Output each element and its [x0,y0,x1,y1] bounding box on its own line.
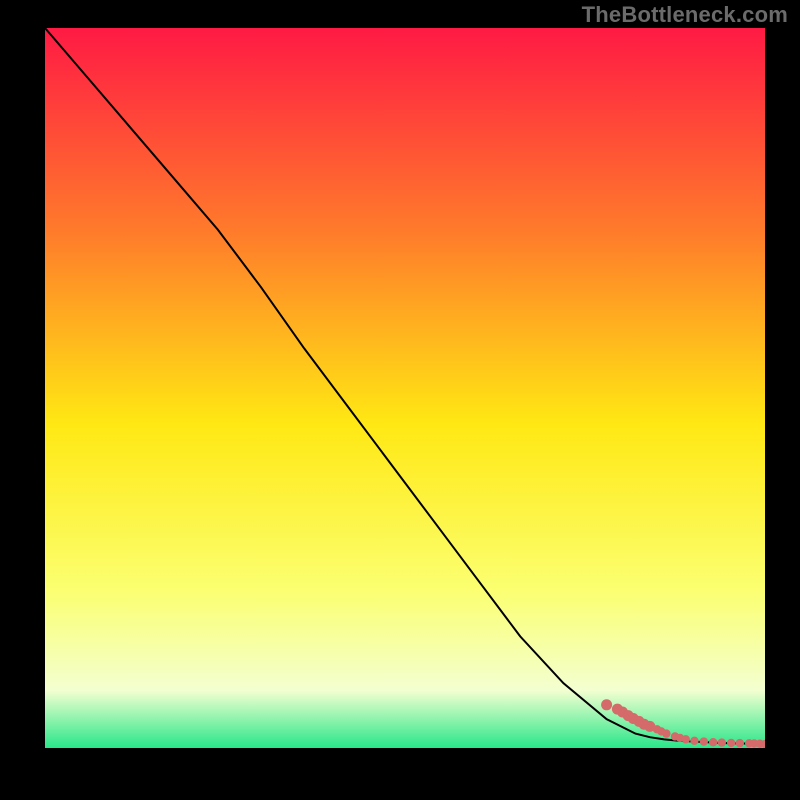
gradient-background [45,28,765,748]
watermark-text: TheBottleneck.com [582,2,788,28]
data-point [690,737,698,745]
data-point [601,699,612,710]
data-point [718,738,726,746]
data-point [700,737,708,745]
data-point [682,735,690,743]
plot-area [45,28,765,748]
data-point [736,739,744,747]
data-point [709,738,717,746]
data-point [727,739,735,747]
data-point [662,729,670,737]
chart-svg [45,28,765,748]
chart-frame: TheBottleneck.com [0,0,800,800]
